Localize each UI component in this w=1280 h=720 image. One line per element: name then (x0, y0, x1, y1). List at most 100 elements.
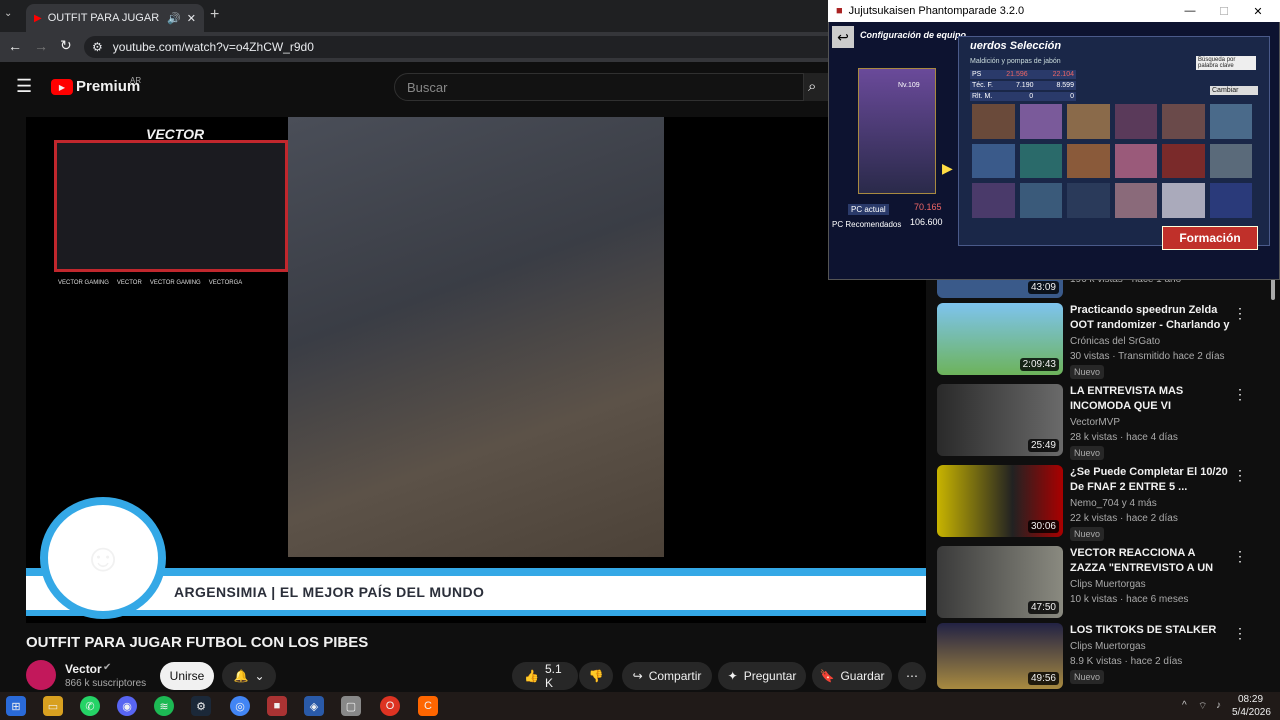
notifications-button[interactable]: 🔔 ⌄ (222, 662, 276, 690)
more-actions-button[interactable]: ⋯ (898, 662, 926, 690)
video-thumbnail[interactable]: 25:49 (937, 384, 1063, 456)
channel-name[interactable]: Crónicas del SrGato (1070, 336, 1160, 347)
whatsapp-icon[interactable]: ✆ (80, 696, 100, 716)
video-title: OUTFIT PARA JUGAR FUTBOL CON LOS PIBES (26, 634, 369, 651)
cambiar-button[interactable]: Cambiar (1210, 86, 1258, 95)
dislike-button[interactable]: 👎 (579, 662, 613, 690)
list-item[interactable]: 25:49 LA ENTREVISTA MAS INCOMODA QUE VI … (937, 384, 1277, 460)
back-icon[interactable]: ← (8, 38, 22, 54)
game-titlebar[interactable]: ■ Jujutsukaisen Phantomparade 3.2.0 — ☐ … (828, 0, 1280, 22)
tab-list-button[interactable]: ⌄ (4, 8, 12, 19)
site-info-icon[interactable]: ⚙ (92, 40, 103, 54)
channel-name[interactable]: Nemo_704 y 4 más (1070, 498, 1157, 509)
clock-time[interactable]: 08:29 (1238, 694, 1263, 705)
youtube-logo-icon[interactable]: ▶ (51, 79, 73, 95)
list-item[interactable]: 2:09:43 Practicando speedrun Zelda OOT r… (937, 303, 1277, 379)
card-slot[interactable] (1067, 143, 1110, 179)
thumbs-up-icon: 👍 (524, 669, 539, 683)
forward-icon[interactable]: → (34, 38, 48, 54)
menu-icon[interactable]: ☰ (16, 76, 32, 97)
card-slot[interactable] (1114, 104, 1157, 139)
video-title[interactable]: Practicando speedrun Zelda OOT randomize… (1070, 303, 1230, 333)
video-thumbnail[interactable]: 2:09:43 (937, 303, 1063, 375)
search-input[interactable]: Buscar (394, 73, 804, 101)
card-slot[interactable] (972, 143, 1015, 179)
reload-icon[interactable]: ↻ (60, 37, 72, 54)
character-card[interactable] (858, 68, 936, 194)
kebab-menu-icon[interactable]: ⋮ (1233, 386, 1247, 403)
network-icon[interactable]: ⌔ (1198, 700, 1207, 713)
back-arrow-icon[interactable]: ↩ (832, 26, 854, 48)
steam-icon[interactable]: ⚙ (191, 696, 211, 716)
app-icon[interactable]: ◈ (304, 696, 324, 716)
tray-chevron-icon[interactable]: ^ (1182, 700, 1187, 711)
card-slot[interactable] (1162, 143, 1205, 179)
channel-name[interactable]: VectorMVP (1070, 417, 1120, 428)
channel-name[interactable]: Clips Muertorgas (1070, 641, 1146, 652)
keyword-search-button[interactable]: Búsqueda por palabra clave (1196, 56, 1256, 70)
card-slot[interactable] (1067, 183, 1110, 218)
close-icon[interactable]: ✕ (1244, 5, 1272, 18)
save-button[interactable]: 🔖 Guardar (812, 662, 892, 690)
volume-icon[interactable]: ♪ (1216, 700, 1221, 711)
tab-audio-icon[interactable]: 🔊 (167, 12, 181, 25)
close-tab-icon[interactable]: ✕ (187, 12, 196, 25)
discord-icon[interactable]: ◉ (117, 696, 137, 716)
card-slot[interactable] (1162, 183, 1205, 218)
video-title[interactable]: LOS TIKTOKS DE STALKER (1070, 623, 1230, 638)
card-slot[interactable] (1209, 143, 1252, 179)
list-item[interactable]: 47:50 VECTOR REACCIONA A ZAZZA "ENTREVIS… (937, 546, 1277, 622)
kebab-menu-icon[interactable]: ⋮ (1233, 548, 1247, 565)
list-item[interactable]: 30:06 ¿Se Puede Completar El 10/20 De FN… (937, 465, 1277, 541)
list-item[interactable]: 49:56 LOS TIKTOKS DE STALKER Clips Muert… (937, 623, 1277, 689)
file-explorer-icon[interactable]: ▭ (43, 696, 63, 716)
share-label: Compartir (648, 669, 702, 683)
clock-date[interactable]: 5/4/2026 (1232, 707, 1271, 718)
search-icon[interactable]: ⌕ (804, 73, 830, 101)
ask-button[interactable]: ✦ Preguntar (718, 662, 806, 690)
card-slot[interactable] (1209, 183, 1252, 218)
card-slot[interactable] (1162, 104, 1205, 139)
browser-tab[interactable]: ▶ OUTFIT PARA JUGAR FUTBO 🔊 ✕ (26, 4, 204, 32)
join-button[interactable]: Unirse (160, 662, 214, 690)
video-thumbnail[interactable]: 30:06 (937, 465, 1063, 537)
channel-avatar[interactable] (26, 660, 56, 690)
card-slot[interactable] (1067, 104, 1110, 139)
like-button[interactable]: 👍 5.1 K (512, 662, 578, 690)
minimize-icon[interactable]: — (1176, 5, 1204, 17)
card-slot[interactable] (1114, 143, 1157, 179)
new-tab-button[interactable]: + (210, 6, 219, 24)
sidebar-scrollbar[interactable] (1271, 278, 1275, 300)
card-slot[interactable] (972, 104, 1015, 139)
address-bar[interactable]: ⚙ youtube.com/watch?v=o4ZhCW_r9d0 (84, 36, 844, 58)
card-slot[interactable] (1019, 183, 1062, 218)
next-arrow-icon[interactable]: ▶ (942, 160, 953, 177)
video-title[interactable]: ¿Se Puede Completar El 10/20 De FNAF 2 E… (1070, 465, 1230, 495)
crunchyroll-icon[interactable]: C (418, 696, 438, 716)
share-button[interactable]: ↪ Compartir (622, 662, 712, 690)
start-icon[interactable]: ⊞ (6, 696, 26, 716)
card-slot[interactable] (1114, 183, 1157, 218)
card-slot[interactable] (1209, 104, 1252, 139)
app-icon[interactable]: ▢ (341, 696, 361, 716)
video-thumbnail[interactable]: 49:56 (937, 623, 1063, 689)
card-slot[interactable] (1019, 104, 1062, 139)
opera-icon[interactable]: O (380, 696, 400, 716)
channel-name[interactable]: Clips Muertorgas (1070, 579, 1146, 590)
formacion-button[interactable]: Formación (1162, 226, 1258, 250)
card-slot[interactable] (972, 183, 1015, 218)
game-taskbar-icon[interactable]: ■ (267, 696, 287, 716)
maximize-icon[interactable]: ☐ (1210, 5, 1238, 18)
video-title[interactable]: VECTOR REACCIONA A ZAZZA "ENTREVISTO A U… (1070, 546, 1230, 576)
stat-value: 8.599 (1056, 82, 1074, 89)
kebab-menu-icon[interactable]: ⋮ (1233, 305, 1247, 322)
spotify-icon[interactable]: ≋ (154, 696, 174, 716)
chrome-icon[interactable]: ◎ (230, 696, 250, 716)
video-title[interactable]: LA ENTREVISTA MAS INCOMODA QUE VI (1070, 384, 1230, 414)
channel-name[interactable]: Vector (65, 662, 102, 676)
card-slot[interactable] (1019, 143, 1062, 179)
kebab-menu-icon[interactable]: ⋮ (1233, 467, 1247, 484)
kebab-menu-icon[interactable]: ⋮ (1233, 625, 1247, 642)
tab-title: OUTFIT PARA JUGAR FUTBO (47, 12, 161, 24)
video-thumbnail[interactable]: 47:50 (937, 546, 1063, 618)
